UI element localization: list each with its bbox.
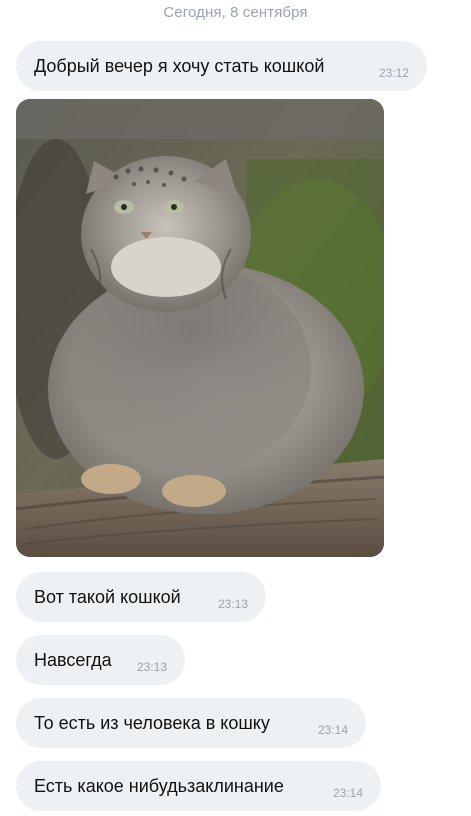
message-text: Вот такой кошкой <box>34 587 181 607</box>
message-time: 23:14 <box>332 786 363 800</box>
message-bubble[interactable]: Навсегда 23:13 <box>16 635 185 685</box>
date-separator: Сегодня, 8 сентября <box>163 4 308 21</box>
message-time: 23:14 <box>317 723 348 737</box>
cat-photo <box>16 99 384 557</box>
message-bubble[interactable]: Есть какое нибудьзаклинание 23:14 <box>16 761 381 811</box>
message-bubble[interactable]: Вот такой кошкой 23:13 <box>16 572 266 622</box>
photo-message[interactable] <box>16 99 384 557</box>
message-text: Навсегда <box>34 650 112 670</box>
message-time: 23:13 <box>217 597 248 611</box>
message-text: То есть из человека в кошку <box>34 713 270 733</box>
message-time: 23:12 <box>378 66 409 80</box>
message-text: Добрый вечер я хочу стать кошкой <box>34 56 325 76</box>
message-bubble[interactable]: То есть из человека в кошку 23:14 <box>16 698 366 748</box>
message-time: 23:13 <box>136 660 167 674</box>
message-bubble[interactable]: Добрый вечер я хочу стать кошкой 23:12 <box>16 41 427 91</box>
message-text: Есть какое нибудьзаклинание <box>34 776 284 796</box>
